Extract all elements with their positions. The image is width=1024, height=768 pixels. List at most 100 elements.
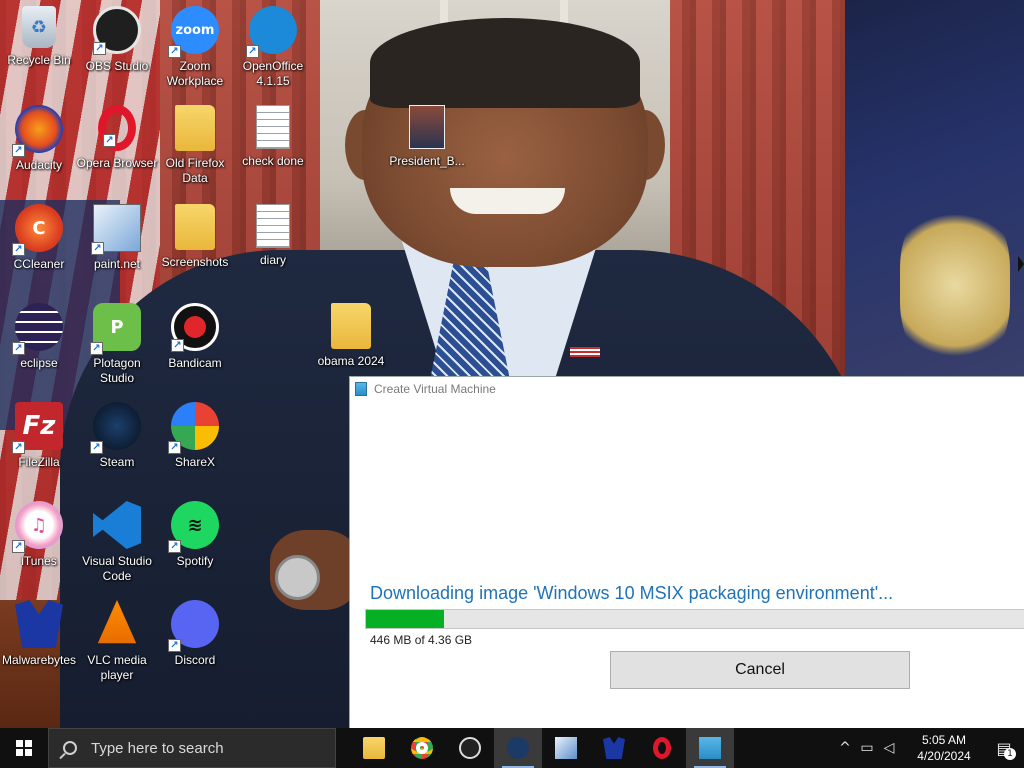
- desktop-icon-steam[interactable]: ↗ Steam: [77, 396, 157, 492]
- desktop-icon-label: iTunes: [21, 554, 57, 568]
- taskbar-app-opera[interactable]: [638, 728, 686, 768]
- desktop-icon-obs-studio[interactable]: ↗ OBS Studio: [77, 0, 157, 96]
- desktop-icon-paint-net[interactable]: ↗ paint.net: [77, 198, 157, 294]
- desktop-icon-malwarebytes[interactable]: Malwarebytes: [0, 594, 79, 690]
- shortcut-arrow-icon: ↗: [168, 540, 181, 553]
- desktop-icon-sharex[interactable]: ↗ ShareX: [155, 396, 235, 492]
- desktop-icon-label: Visual Studio Code: [82, 554, 152, 583]
- taskbar-app-obs-studio[interactable]: [446, 728, 494, 768]
- desktop-icon-label: Steam: [99, 455, 135, 469]
- search-placeholder: Type here to search: [91, 739, 224, 757]
- desktop-icon-visual-studio-code[interactable]: Visual Studio Code: [77, 495, 157, 591]
- desktop-icon-vlc-media-player[interactable]: VLC media player: [77, 594, 157, 690]
- taskbar: Type here to search ^ ▭ ◁ 5:05 AM 4/20/2…: [0, 728, 1024, 768]
- desktop-icon-label: President_B...: [389, 154, 465, 168]
- dialog-titlebar[interactable]: Create Virtual Machine: [350, 377, 1024, 401]
- obs-studio-icon: [459, 737, 481, 759]
- obs-studio-icon: ↗: [93, 6, 141, 55]
- desktop-icon-label: eclipse: [20, 356, 58, 370]
- desktop-icon-label: obama 2024: [317, 354, 385, 368]
- filezilla-glyph: Fz: [22, 411, 56, 441]
- desktop-icon-plotagon-studio[interactable]: P ↗ Plotagon Studio: [77, 297, 157, 393]
- taskbar-app-malwarebytes[interactable]: [590, 728, 638, 768]
- chrome-icon: [411, 737, 433, 759]
- desktop-icon-diary[interactable]: diary: [233, 198, 313, 294]
- virtualbox-icon: [699, 737, 721, 759]
- vlc-icon: [97, 600, 137, 644]
- volume-muted-icon[interactable]: ◁: [878, 740, 900, 756]
- desktop-icon-itunes[interactable]: ♫ ↗ iTunes: [0, 495, 79, 591]
- windows-logo-icon: [16, 740, 32, 756]
- desktop-icon-label: Audacity: [15, 158, 63, 172]
- chevron-up-icon[interactable]: ^: [834, 740, 856, 756]
- network-icon[interactable]: ▭: [856, 740, 878, 756]
- folder-icon: [175, 204, 215, 250]
- desktop-icon-spotify[interactable]: ≋ ↗ Spotify: [155, 495, 235, 591]
- desktop-icon-zoom-workplace[interactable]: zoom ↗ Zoom Workplace: [155, 0, 235, 96]
- steam-icon: ↗: [90, 402, 141, 454]
- text-document-icon: [256, 105, 290, 149]
- shortcut-arrow-icon: ↗: [103, 134, 116, 147]
- desktop-icon-ccleaner[interactable]: C ↗ CCleaner: [0, 198, 79, 294]
- desktop-icon-check-done[interactable]: check done: [233, 99, 313, 195]
- shortcut-arrow-icon: ↗: [168, 45, 181, 58]
- zoom-logo-text: zoom: [175, 22, 215, 38]
- desktop-icon-discord[interactable]: ↗ Discord: [155, 594, 235, 690]
- search-icon: [63, 741, 77, 755]
- desktop-icon-label: Malwarebytes: [1, 653, 77, 667]
- taskbar-app-steam[interactable]: [494, 728, 542, 768]
- opera-icon: ↗: [98, 105, 136, 151]
- spotify-glyph: ≋: [187, 514, 203, 536]
- shortcut-arrow-icon: ↗: [12, 243, 25, 256]
- system-tray: ^ ▭ ◁ 5:05 AM 4/20/2024 ▤ 1: [834, 728, 1024, 768]
- desktop-icon-eclipse[interactable]: ↗ eclipse: [0, 297, 79, 393]
- download-progress-detail: 446 MB of 4.36 GB: [370, 633, 473, 647]
- wallpaper-person-hair: [370, 18, 640, 108]
- paint-net-icon: [555, 737, 577, 759]
- taskbar-app-virtualbox[interactable]: [686, 728, 734, 768]
- desktop-icon-label: Zoom Workplace: [166, 59, 224, 88]
- create-vm-dialog: Create Virtual Machine Downloading image…: [349, 376, 1024, 728]
- shortcut-arrow-icon: ↗: [90, 342, 103, 355]
- zoom-icon: zoom ↗: [168, 6, 219, 58]
- desktop-icon-bandicam[interactable]: ↗ Bandicam: [155, 297, 235, 393]
- desktop-icon-label: Screenshots: [161, 255, 229, 269]
- desktop-icon-label: OpenOffice 4.1.15: [242, 59, 304, 88]
- desktop-icon-openoffice[interactable]: ↗ OpenOffice 4.1.15: [233, 0, 313, 96]
- desktop-icon-old-firefox-data[interactable]: Old Firefox Data: [155, 99, 235, 195]
- audacity-icon: ↗: [12, 105, 63, 157]
- recycle-bin-icon: ♻: [22, 6, 56, 48]
- clock-date: 4/20/2024: [917, 749, 971, 763]
- taskbar-app-paint-net[interactable]: [542, 728, 590, 768]
- taskbar-app-chrome[interactable]: [398, 728, 446, 768]
- taskbar-search-box[interactable]: Type here to search: [48, 728, 336, 768]
- desktop-icon-recycle-bin[interactable]: ♻ Recycle Bin: [0, 0, 79, 96]
- shortcut-arrow-icon: ↗: [246, 45, 259, 58]
- image-file-icon: [409, 105, 445, 149]
- cancel-button[interactable]: Cancel: [610, 651, 910, 689]
- shortcut-arrow-icon: ↗: [93, 42, 106, 55]
- discord-icon: ↗: [168, 600, 219, 652]
- taskbar-apps: [350, 728, 734, 768]
- desktop-icon-label: Old Firefox Data: [165, 156, 225, 185]
- start-button[interactable]: [0, 728, 48, 768]
- desktop-icon-filezilla[interactable]: Fz ↗ FileZilla: [0, 396, 79, 492]
- desktop-icon-opera-browser[interactable]: ↗ Opera Browser: [77, 99, 157, 195]
- filezilla-icon: Fz ↗: [12, 402, 63, 454]
- notification-center-button[interactable]: ▤ 1: [984, 728, 1024, 768]
- vscode-icon: [93, 501, 141, 549]
- taskbar-app-file-explorer[interactable]: [350, 728, 398, 768]
- shortcut-arrow-icon: ↗: [168, 639, 181, 652]
- opera-icon: [653, 737, 671, 759]
- desktop-icon-president[interactable]: President_B...: [387, 99, 467, 195]
- shortcut-arrow-icon: ↗: [12, 441, 25, 454]
- desktop-icon-audacity[interactable]: ↗ Audacity: [0, 99, 79, 195]
- desktop-icon-screenshots[interactable]: Screenshots: [155, 198, 235, 294]
- taskbar-clock[interactable]: 5:05 AM 4/20/2024: [904, 732, 984, 764]
- folder-icon: [175, 105, 215, 151]
- wallpaper-flag-emblem: [900, 200, 1010, 370]
- desktop-icon-label: Bandicam: [168, 356, 222, 370]
- paint-net-icon: ↗: [91, 204, 141, 255]
- desktop-icon-label: check done: [242, 154, 304, 168]
- virtualbox-icon: [355, 382, 367, 396]
